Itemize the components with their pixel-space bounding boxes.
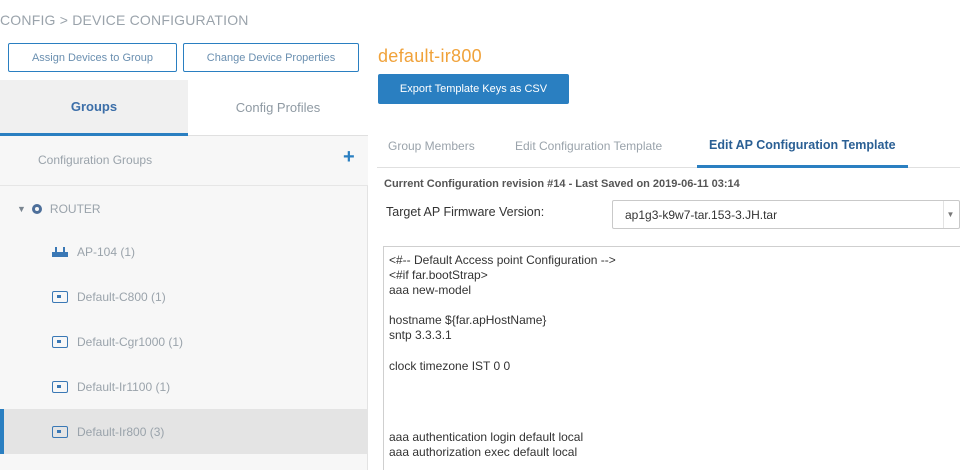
tree-item-label: AP-104 (1) [77,244,136,259]
code-line: <#-- Default Access point Configuration … [389,253,616,267]
breadcrumb: CONFIG > DEVICE CONFIGURATION [0,12,249,28]
configuration-groups-header: Configuration Groups + [0,136,368,186]
caret-down-icon[interactable]: ▼ [17,204,26,214]
tab-edit-configuration-template[interactable]: Edit Configuration Template [515,124,662,168]
add-group-icon[interactable]: + [343,147,355,167]
assign-devices-to-group-button[interactable]: Assign Devices to Group [8,43,177,72]
tab-edit-ap-configuration-template[interactable]: Edit AP Configuration Template [697,124,908,168]
firmware-version-value: ap1g3-k9w7-tar.153-3.JH.tar [625,208,778,222]
tree-item-label: Default-Ir1100 (1) [77,379,171,394]
device-icon [52,290,68,303]
tree-item-default-c800[interactable]: Default-C800 (1) [0,274,368,319]
tree-item-label: Default-Ir800 (3) [77,424,165,439]
gear-icon [31,203,42,214]
export-template-keys-button[interactable]: Export Template Keys as CSV [378,74,569,104]
tab-group-members[interactable]: Group Members [388,124,475,168]
template-tab-bar: Group Members Edit Configuration Templat… [377,124,960,168]
device-icon [52,380,68,393]
device-icon [52,425,68,438]
change-device-properties-button[interactable]: Change Device Properties [183,43,359,72]
tree-item-default-ir800-selected[interactable]: Default-Ir800 (3) [0,409,368,454]
tree-item-label: Default-C800 (1) [77,289,166,304]
page-title: default-ir800 [378,46,482,66]
code-line: aaa new-model [389,283,472,297]
code-line: aaa authentication login default local [389,430,584,444]
chevron-down-icon[interactable]: ▼ [943,201,957,228]
left-tab-bar: Groups Config Profiles [0,80,368,136]
configuration-groups-label: Configuration Groups [38,153,153,167]
tree-item-ap-104[interactable]: AP-104 (1) [0,229,368,274]
code-line: sntp 3.3.3.1 [389,328,452,342]
code-line: <#if far.bootStrap> [389,268,488,282]
tree-item-label: ROUTER [49,201,101,216]
tree-item-default-cgr1000[interactable]: Default-Cgr1000 (1) [0,319,368,364]
tree-item-default-ir1100[interactable]: Default-Ir1100 (1) [0,364,368,409]
revision-info: Current Configuration revision #14 - Las… [384,178,740,190]
code-line: aaa authorization exec default local [389,445,578,459]
code-line: hostname ${far.apHostName} [389,313,547,327]
tree-item-router[interactable]: ▼ ROUTER [0,186,368,231]
ap-template-editor[interactable]: <#-- Default Access point Configuration … [383,246,960,470]
firmware-version-select[interactable]: ap1g3-k9w7-tar.153-3.JH.tar ▼ [612,200,960,229]
device-icon [52,335,68,348]
access-point-icon [52,246,68,258]
tree-item-label: Default-Cgr1000 (1) [77,334,184,349]
tab-groups[interactable]: Groups [0,80,188,136]
tab-config-profiles[interactable]: Config Profiles [188,80,368,136]
code-line: clock timezone IST 0 0 [389,359,511,373]
firmware-version-label: Target AP Firmware Version: [386,205,545,219]
